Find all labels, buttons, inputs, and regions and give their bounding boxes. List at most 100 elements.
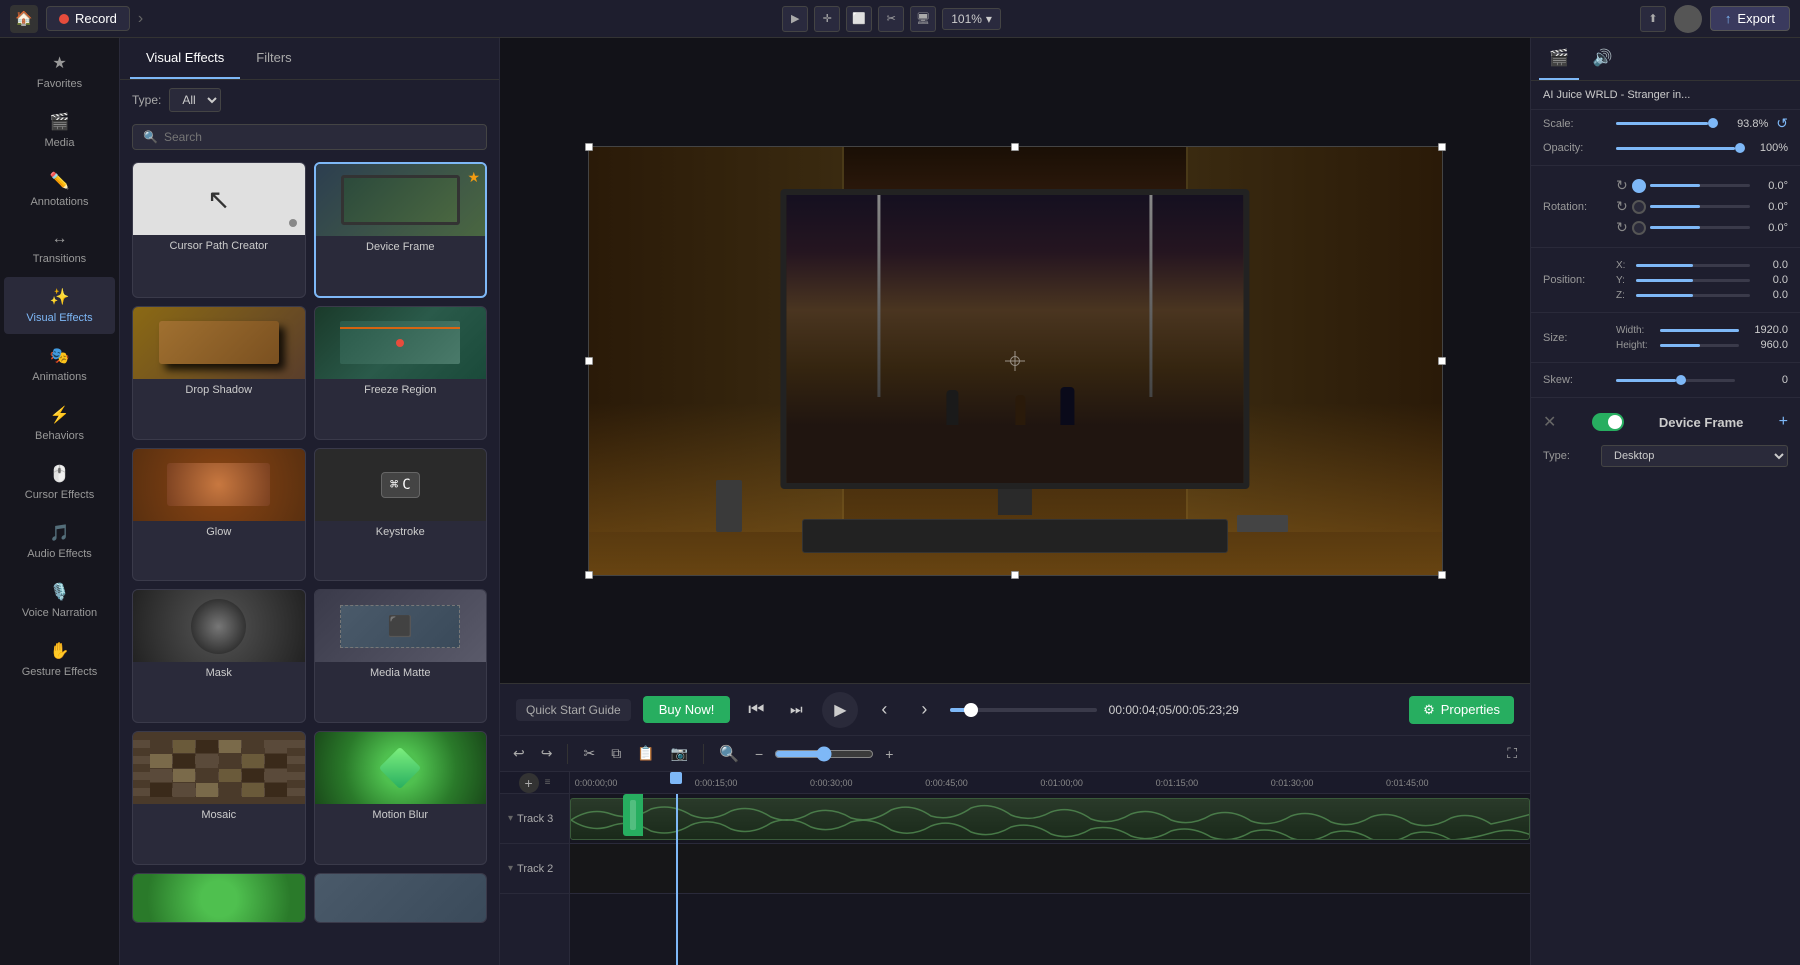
sidebar-item-cursor-effects[interactable]: 🖱️ Cursor Effects xyxy=(4,454,115,511)
sidebar-item-media[interactable]: 🎬 Media xyxy=(4,102,115,159)
zoom-slider[interactable] xyxy=(774,746,874,762)
effect-card-media-matte[interactable]: ⬛ Media Matte xyxy=(314,589,488,723)
handle-middle-left[interactable] xyxy=(585,357,593,365)
opacity-slider[interactable] xyxy=(1616,147,1735,150)
handle-bottom-left[interactable] xyxy=(585,571,593,579)
quick-start-label[interactable]: Quick Start Guide xyxy=(516,699,631,721)
progress-handle[interactable] xyxy=(964,703,978,717)
track-2-expand-icon[interactable]: ▾ xyxy=(508,863,513,874)
next-frame-button[interactable]: › xyxy=(910,696,938,724)
sidebar-item-visual-effects[interactable]: ✨ Visual Effects xyxy=(4,277,115,334)
zoom-plus-button[interactable]: + xyxy=(880,743,898,765)
record-button[interactable]: Record xyxy=(46,6,130,31)
copy-button[interactable]: ⧉ xyxy=(606,742,626,765)
crop-icon[interactable]: ✂ xyxy=(878,6,904,32)
add-track-button[interactable]: + xyxy=(519,773,539,793)
skew-handle[interactable] xyxy=(1676,375,1686,385)
height-slider[interactable] xyxy=(1660,344,1739,347)
effect-name-mask: Mask xyxy=(133,662,305,684)
effect-card-mask[interactable]: Mask xyxy=(132,589,306,723)
effect-card-extra1[interactable] xyxy=(132,873,306,923)
effect-card-mosaic[interactable]: Mosaic xyxy=(132,731,306,865)
home-icon[interactable]: 🏠 xyxy=(10,5,38,33)
track-3-expand-icon[interactable]: ▾ xyxy=(508,813,513,824)
right-tab-video[interactable]: 🎬 xyxy=(1539,38,1579,80)
sidebar-item-favorites[interactable]: ★ Favorites xyxy=(4,43,115,100)
buy-now-button[interactable]: Buy Now! xyxy=(643,696,731,723)
add-effect-button[interactable]: + xyxy=(1779,413,1788,431)
handle-bottom-right[interactable] xyxy=(1438,571,1446,579)
effect-card-cursor-path[interactable]: ↖ Cursor Path Creator xyxy=(132,162,306,298)
handle-top-center[interactable] xyxy=(1011,143,1019,151)
sidebar-item-behaviors[interactable]: ⚡ Behaviors xyxy=(4,395,115,452)
sidebar-item-animations[interactable]: 🎭 Animations xyxy=(4,336,115,393)
position-x-slider[interactable] xyxy=(1636,264,1750,267)
handle-top-left[interactable] xyxy=(585,143,593,151)
effect-card-extra2[interactable] xyxy=(314,873,488,923)
rotation-z-slider[interactable] xyxy=(1650,184,1750,187)
handle-top-right[interactable] xyxy=(1438,143,1446,151)
device-type-select[interactable]: Desktop Laptop Tablet Mobile xyxy=(1601,445,1788,467)
preview-canvas[interactable] xyxy=(588,146,1443,576)
prev-frame-button[interactable]: ‹ xyxy=(870,696,898,724)
position-z-slider[interactable] xyxy=(1636,294,1750,297)
undo-button[interactable]: ↩ xyxy=(508,742,530,765)
sidebar-item-audio-effects[interactable]: 🎵 Audio Effects xyxy=(4,513,115,570)
zoom-out-timeline[interactable]: 🔍 xyxy=(714,741,744,767)
zoom-display[interactable]: 101% ▾ xyxy=(942,8,1001,30)
track-3-content[interactable] xyxy=(570,798,1530,840)
paste-button[interactable]: 📋 xyxy=(632,742,659,765)
sidebar-item-voice-narration[interactable]: 🎙️ Voice Narration xyxy=(4,572,115,629)
handle-bottom-center[interactable] xyxy=(1011,571,1019,579)
select-tool-icon[interactable]: ⬜ xyxy=(846,6,872,32)
effect-card-device-frame[interactable]: ★ Device Frame xyxy=(314,162,488,298)
scale-reset-icon[interactable]: ↺ xyxy=(1776,115,1788,132)
position-label: Position: xyxy=(1543,274,1608,286)
export-button[interactable]: ↑ Export xyxy=(1710,6,1790,31)
play-icon[interactable]: ▶ xyxy=(782,6,808,32)
upload-icon[interactable]: ⬆ xyxy=(1640,6,1666,32)
opacity-handle[interactable] xyxy=(1735,143,1745,153)
rotation-y-slider[interactable] xyxy=(1650,205,1750,208)
sidebar-item-transitions[interactable]: ↔ Transitions xyxy=(4,220,115,275)
redo-button[interactable]: ↪ xyxy=(536,742,558,765)
handle-middle-right[interactable] xyxy=(1438,357,1446,365)
effect-name-keystroke: Keystroke xyxy=(315,521,487,543)
device-frame-close-icon[interactable]: ✕ xyxy=(1543,412,1556,432)
cursor-tool-icon[interactable]: ✛ xyxy=(814,6,840,32)
cut-button[interactable]: ✂ xyxy=(578,742,600,765)
tab-visual-effects[interactable]: Visual Effects xyxy=(130,38,240,79)
avatar[interactable] xyxy=(1674,5,1702,33)
scale-slider[interactable] xyxy=(1616,122,1715,125)
width-slider[interactable] xyxy=(1660,329,1739,332)
search-input[interactable] xyxy=(164,130,476,144)
type-select[interactable]: All xyxy=(169,88,221,112)
effect-card-freeze-region[interactable]: Freeze Region xyxy=(314,306,488,440)
device-frame-toggle[interactable] xyxy=(1592,413,1624,431)
rewind-button[interactable]: ⏮ xyxy=(742,696,770,724)
position-y-slider[interactable] xyxy=(1636,279,1750,282)
effect-card-motion-blur[interactable]: Motion Blur xyxy=(314,731,488,865)
rotation-x-circle[interactable] xyxy=(1632,221,1646,235)
progress-bar[interactable] xyxy=(950,708,1096,712)
properties-button[interactable]: ⚙ Properties xyxy=(1409,696,1514,724)
zoom-minus-button[interactable]: − xyxy=(750,743,768,765)
scale-handle[interactable] xyxy=(1708,118,1718,128)
effect-card-glow[interactable]: Glow xyxy=(132,448,306,582)
sidebar-item-gesture-effects[interactable]: ✋ Gesture Effects xyxy=(4,631,115,688)
play-button[interactable]: ▶ xyxy=(822,692,858,728)
effect-card-keystroke[interactable]: ⌘C Keystroke xyxy=(314,448,488,582)
skew-slider[interactable] xyxy=(1616,379,1735,382)
screen-icon[interactable]: 🖥 xyxy=(910,6,936,32)
rotation-z-circle[interactable] xyxy=(1632,179,1646,193)
tab-filters[interactable]: Filters xyxy=(240,38,307,79)
expand-timeline-button[interactable]: ⛶ xyxy=(1502,742,1522,765)
sidebar-item-annotations[interactable]: ✏️ Annotations xyxy=(4,161,115,218)
snap-button[interactable]: 📷 xyxy=(666,742,693,765)
right-tab-audio[interactable]: 🔊 xyxy=(1583,38,1623,80)
rotation-x-slider[interactable] xyxy=(1650,226,1750,229)
effect-card-drop-shadow[interactable]: Drop Shadow xyxy=(132,306,306,440)
rotation-y-circle[interactable] xyxy=(1632,200,1646,214)
step-back-button[interactable]: ⏭ xyxy=(782,696,810,724)
timeline-area[interactable]: 0:00:00;00 0:00:15;00 0:00:30;00 0:00:45… xyxy=(570,772,1530,965)
